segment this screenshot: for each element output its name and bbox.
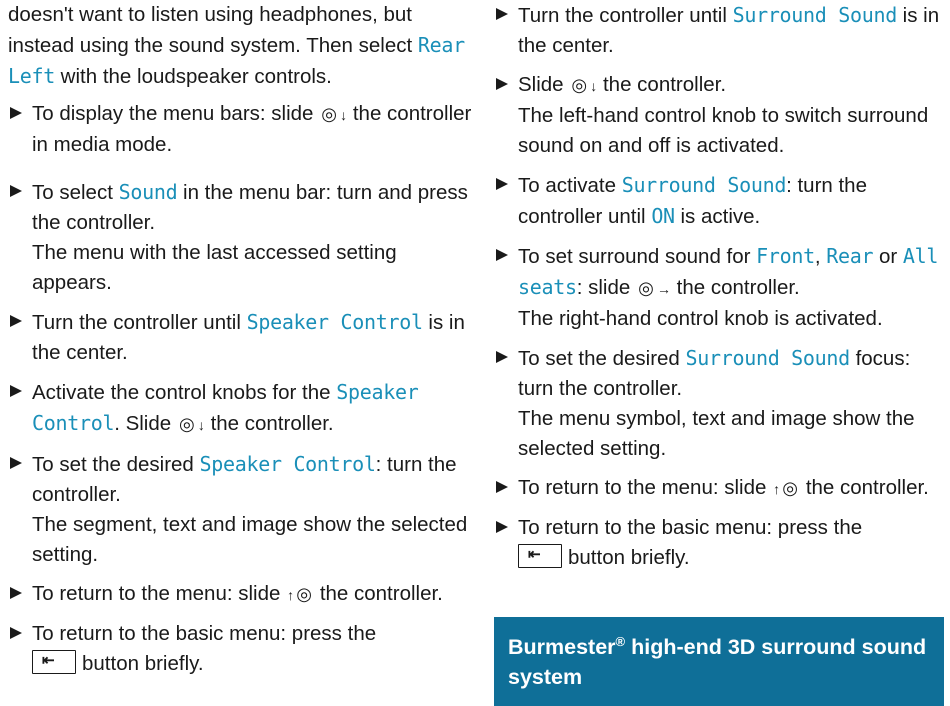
instruction-item: Slide ◎ ↓ the controller. The left-hand c…	[494, 70, 946, 161]
registered-mark: ®	[615, 634, 626, 649]
back-button-icon: ⇤	[518, 544, 562, 568]
menu-term-on: ON	[651, 204, 675, 228]
instruction-text: To set the desired	[32, 453, 200, 476]
controller-icon: ◎	[638, 278, 654, 298]
instruction-text: To set surround sound for	[518, 245, 757, 268]
instruction-text: To display the menu bars: slide	[32, 102, 320, 125]
instruction-item: To return to the basic menu: press the ⇤…	[494, 513, 946, 573]
instruction-text: is active.	[674, 205, 761, 228]
arrow-down-icon: ↓	[197, 417, 205, 433]
instruction-text: the controller.	[602, 73, 727, 96]
menu-term-sound: Sound	[118, 180, 178, 204]
result-text: The menu symbol, text and image show the…	[518, 407, 915, 460]
instruction-text: the controller.	[805, 476, 929, 499]
result-text: The right-hand control knob is activated…	[518, 307, 883, 330]
instruction-item: To display the menu bars: slide ◎ ↓ the c…	[8, 99, 478, 160]
instruction-item: To activate Surround Sound: turn the con…	[494, 170, 946, 232]
instruction-text: To activate	[518, 174, 622, 197]
manual-page: doesn't want to listen using headphones,…	[0, 0, 950, 706]
result-text: The left-hand control knob to switch sur…	[518, 104, 929, 157]
controller-icon: ◎	[571, 75, 588, 95]
instruction-text: Turn the controller until	[32, 311, 247, 334]
instruction-text: To select	[32, 181, 119, 204]
menu-term-rear: Rear	[826, 244, 874, 268]
instruction-text: To set the desired	[518, 347, 686, 370]
instruction-text: button briefly.	[82, 652, 204, 675]
instruction-item: To set surround sound for Front, Rear or…	[494, 241, 946, 334]
instruction-text: the controller.	[319, 582, 443, 605]
result-text: The menu with the last accessed setting …	[32, 241, 397, 294]
instruction-text: : slide	[576, 276, 636, 299]
instruction-text: To return to the basic menu: press the	[518, 516, 863, 539]
arrow-down-icon: ↓	[340, 107, 348, 123]
section-title: Burmester® high-end 3D surround sound sy…	[508, 634, 927, 690]
instruction-text: To return to the menu: slide	[32, 582, 287, 605]
controller-icon: ◎	[782, 478, 798, 498]
instruction-item: Activate the control knobs for the Speak…	[8, 377, 478, 440]
instruction-text: the controller.	[676, 276, 800, 299]
result-text: The segment, text and image show the sel…	[32, 513, 468, 566]
intro-paragraph: doesn't want to listen using headphones,…	[8, 0, 478, 92]
instruction-item: Turn the controller until Surround Sound…	[494, 0, 946, 61]
controller-icon: ◎	[296, 584, 312, 604]
menu-term-surround-sound: Surround Sound	[732, 3, 898, 27]
instruction-item: To return to the basic menu: press the ⇤…	[8, 619, 478, 679]
instruction-text: the controller.	[210, 412, 334, 435]
instruction-item: To return to the menu: slide ↑ ◎ the cont…	[8, 579, 478, 610]
menu-term-surround-sound: Surround Sound	[621, 173, 787, 197]
menu-term-speaker-control: Speaker Control	[246, 310, 423, 334]
back-button-icon: ⇤	[32, 650, 76, 674]
menu-term-surround-sound: Surround Sound	[685, 346, 851, 370]
arrow-up-icon: ↑	[773, 481, 781, 497]
instruction-item: To return to the menu: slide ↑ ◎ the cont…	[494, 473, 946, 504]
arrow-up-icon: ↑	[287, 587, 295, 603]
arrow-right-icon: →	[656, 281, 671, 297]
left-column: doesn't want to listen using headphones,…	[8, 0, 478, 679]
intro-text-end: with the loudspeaker controls.	[54, 65, 332, 88]
instruction-text: To return to the menu: slide	[518, 476, 773, 499]
instruction-text: button briefly.	[568, 546, 690, 569]
controller-icon: ◎	[179, 414, 195, 434]
menu-term-front: Front	[756, 244, 815, 268]
instruction-item: Turn the controller until Speaker Contro…	[8, 307, 478, 368]
controller-icon: ◎	[321, 104, 338, 124]
instruction-item: To set the desired Speaker Control: turn…	[8, 449, 478, 570]
right-column: Turn the controller until Surround Sound…	[494, 0, 946, 573]
instruction-text: Activate the control knobs for the	[32, 381, 337, 404]
instruction-text: Slide	[518, 73, 570, 96]
instruction-text: Turn the controller until	[518, 4, 733, 27]
instruction-item: To set the desired Surround Sound focus:…	[494, 343, 946, 464]
menu-term-speaker-control: Speaker Control	[199, 452, 376, 476]
instruction-text: To return to the basic menu: press the	[32, 622, 377, 645]
section-header: Burmester® high-end 3D surround sound sy…	[494, 617, 944, 706]
instruction-text: . Slide	[114, 412, 177, 435]
intro-text: doesn't want to listen using headphones,…	[8, 3, 418, 57]
arrow-down-icon: ↓	[590, 78, 598, 94]
instruction-item: To select Sound in the menu bar: turn an…	[8, 177, 478, 298]
